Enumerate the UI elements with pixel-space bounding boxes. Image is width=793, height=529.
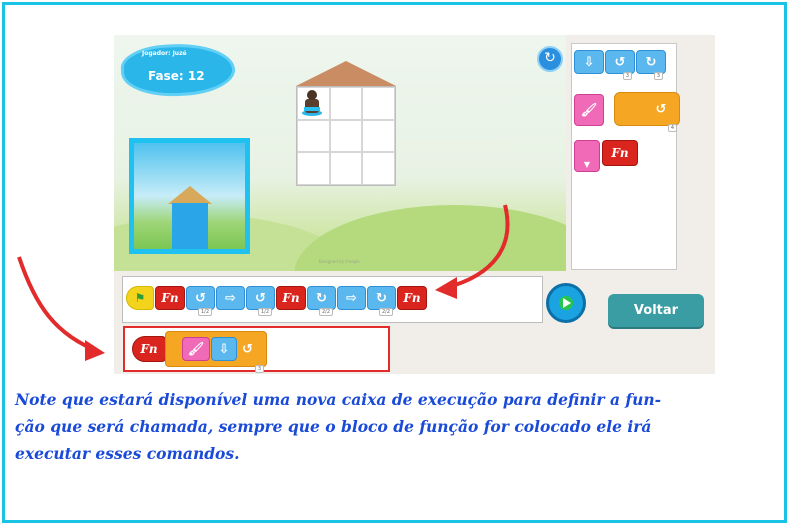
caption-line: executar esses comandos. [15,444,240,463]
caption-text: Note que estará disponível uma nova caix… [15,386,785,467]
caption-line: Note que estará disponível uma nova caix… [15,390,662,409]
left-arrow-shaft [17,256,101,354]
right-arrow-shaft [444,204,510,290]
right-arrow-head [435,277,457,299]
caption-line: ção que será chamada, sempre que o bloco… [15,417,652,436]
left-arrow-head [85,340,105,361]
outer-frame: Jogador: Juzé Fase: 12 ↻ Designed by Fre… [2,2,787,523]
